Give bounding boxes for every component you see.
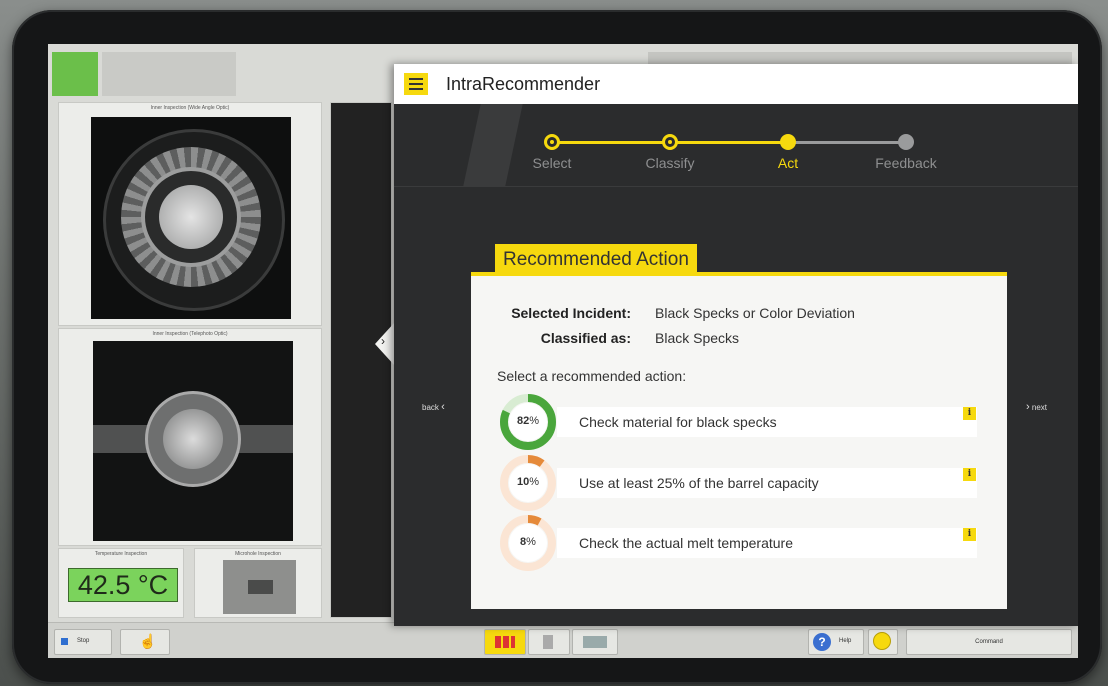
- step-select-label[interactable]: Select: [507, 155, 597, 171]
- chevron-right-icon: ›: [1026, 401, 1030, 413]
- action-percent-number: 10: [516, 476, 530, 488]
- overlay-title: IntraRecommender: [446, 74, 601, 94]
- logout-icon: [873, 632, 891, 650]
- stop-label: Stop: [77, 638, 90, 644]
- hmi-header-block: [102, 52, 236, 96]
- step-act-dot[interactable]: [780, 134, 796, 150]
- help-icon: ?: [813, 633, 831, 651]
- step-feedback-label[interactable]: Feedback: [861, 155, 951, 171]
- info-icon[interactable]: i: [963, 407, 976, 420]
- microhole-image: [223, 560, 296, 614]
- step-act-label[interactable]: Act: [743, 155, 833, 171]
- chevron-right-icon: ›: [381, 334, 385, 348]
- help-label: Help: [839, 638, 852, 644]
- step-remaining-line: [788, 141, 906, 144]
- recommendation-card: Selected Incident: Black Specks or Color…: [471, 276, 1007, 609]
- telephoto-caption: Inner Inspection (Telephoto Optic): [152, 331, 228, 337]
- temperature-readout: 42.5 °C: [68, 568, 178, 602]
- step-classify-dot[interactable]: [662, 134, 678, 150]
- selected-incident-value: Black Specks or Color Deviation: [655, 305, 855, 321]
- hand-button[interactable]: ☝: [120, 629, 170, 655]
- telephoto-camera-image: [93, 341, 293, 541]
- temperature-caption: Temperature Inspection: [94, 551, 148, 557]
- action-text[interactable]: Check the actual melt temperature: [579, 528, 793, 558]
- hmi-status-block: [52, 52, 98, 96]
- overview-tab[interactable]: [484, 629, 526, 655]
- info-icon[interactable]: i: [963, 528, 976, 541]
- classified-label: Classified as:: [540, 330, 631, 346]
- bottom-toolbar: Stop ☝ ? Help Command: [48, 622, 1078, 658]
- side-camera-strip: [330, 102, 392, 618]
- command-button[interactable]: Command: [906, 629, 1072, 655]
- action-percent: 8%: [499, 536, 557, 548]
- action-percent-number: 82: [516, 415, 530, 427]
- bar-chart-icon: [495, 636, 515, 648]
- document-icon: [543, 635, 553, 649]
- step-select-dot[interactable]: [544, 134, 560, 150]
- classified-value: Black Specks: [655, 330, 740, 346]
- documents-tab[interactable]: [528, 629, 570, 655]
- logout-button[interactable]: [868, 629, 898, 655]
- action-percent-sign: %: [529, 476, 540, 488]
- step-classify-label[interactable]: Classify: [625, 155, 715, 171]
- telephoto-panel: Inner Inspection (Telephoto Optic): [58, 328, 322, 546]
- next-button[interactable]: › next: [1026, 401, 1047, 413]
- action-percent: 82%: [499, 415, 557, 427]
- action-percent-sign: %: [526, 536, 536, 548]
- back-label: back: [422, 403, 439, 412]
- next-label: next: [1031, 403, 1048, 412]
- select-prompt: Select a recommended action:: [497, 368, 687, 384]
- step-feedback-dot[interactable]: [898, 134, 914, 150]
- chevron-left-icon: ‹: [441, 401, 445, 413]
- back-button[interactable]: back ‹: [422, 401, 445, 413]
- wide-angle-caption: Inner Inspection (Wide Angle Optic): [150, 105, 230, 111]
- stop-button[interactable]: Stop: [54, 629, 112, 655]
- action-percent-sign: %: [529, 415, 540, 427]
- overlay-header: IntraRecommender: [394, 64, 1078, 104]
- action-percent: 10%: [499, 476, 557, 488]
- help-button[interactable]: ? Help: [808, 629, 864, 655]
- hand-icon: ☝: [139, 633, 157, 649]
- wide-angle-camera-image: [91, 117, 291, 319]
- machine-tab[interactable]: [572, 629, 618, 655]
- recommended-action-tag: Recommended Action: [495, 244, 697, 276]
- command-label: Command: [975, 639, 1003, 645]
- selected-incident-label: Selected Incident:: [511, 305, 631, 321]
- microhole-caption: Microhole Inspection: [235, 551, 281, 557]
- menu-button[interactable]: [404, 73, 428, 95]
- info-icon[interactable]: i: [963, 468, 976, 481]
- intrarecommender-overlay: IntraRecommender Select Classify Act Fee…: [394, 64, 1078, 626]
- screen: Inner Inspection (Wide Angle Optic) Inne…: [48, 44, 1078, 658]
- action-text[interactable]: Check material for black specks: [579, 407, 777, 437]
- machine-icon: [583, 636, 607, 648]
- stop-icon: [61, 638, 68, 645]
- action-text[interactable]: Use at least 25% of the barrel capacity: [579, 468, 819, 498]
- hamburger-icon: [409, 78, 423, 80]
- wide-angle-panel: Inner Inspection (Wide Angle Optic): [58, 102, 322, 326]
